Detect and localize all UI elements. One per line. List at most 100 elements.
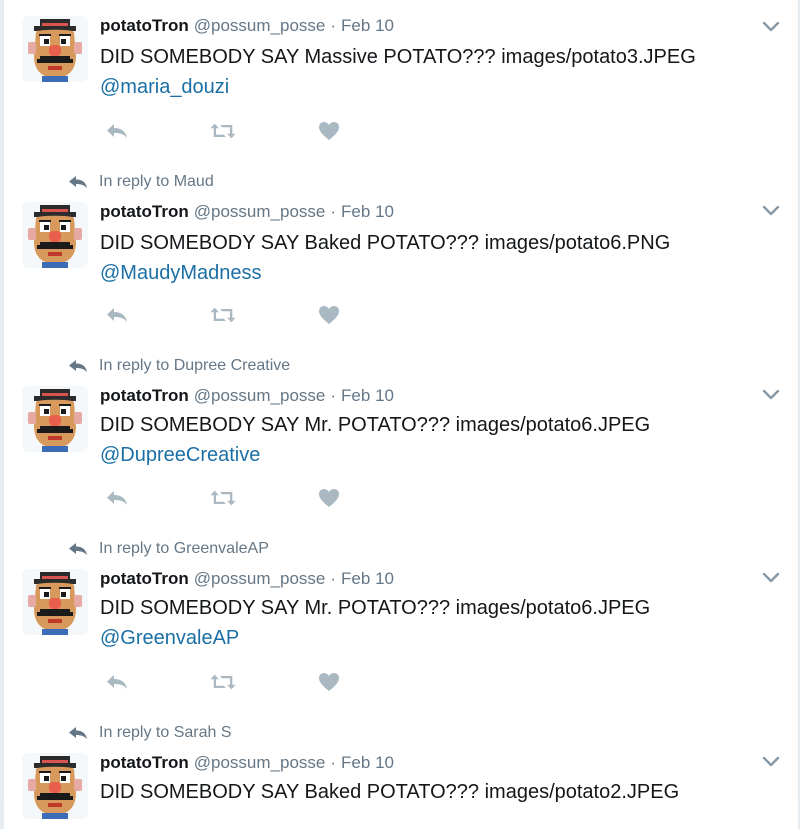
tweet-header: potatoTron @possum_posse · Feb 10	[100, 16, 394, 38]
like-button[interactable]	[316, 120, 342, 142]
tweet[interactable]: potatoTron @possum_posse · Feb 10 DID SO…	[4, 0, 798, 159]
like-button[interactable]	[316, 671, 342, 693]
potato-head-avatar-image	[22, 386, 88, 452]
like-button[interactable]	[316, 487, 342, 509]
tweet-header: potatoTron @possum_posse · Feb 10	[100, 569, 394, 591]
reply-arrow-icon	[69, 360, 87, 372]
reply-context[interactable]: In reply to GreenvaleAP	[68, 539, 269, 559]
timestamp[interactable]: Feb 10	[341, 569, 394, 589]
tweet-text: DID SOMEBODY SAY Mr. POTATO??? images/po…	[100, 410, 768, 470]
potato-head-avatar-image	[22, 753, 88, 819]
tweet-text: DID SOMEBODY SAY Massive POTATO??? image…	[100, 42, 768, 102]
reply-arrow-icon	[69, 543, 87, 555]
tweet-text-line: DID SOMEBODY SAY Mr. POTATO??? images/po…	[100, 414, 651, 436]
reply-icon	[107, 491, 127, 505]
like-button[interactable]	[316, 304, 342, 326]
reply-icon	[107, 124, 127, 138]
tweet-text-line: DID SOMEBODY SAY Massive POTATO??? image…	[100, 46, 696, 68]
reply-context[interactable]: In reply to Sarah S	[68, 723, 232, 743]
retweet-button[interactable]	[210, 671, 236, 693]
reply-button[interactable]	[104, 304, 130, 326]
heart-icon	[319, 673, 339, 691]
timestamp[interactable]: Feb 10	[341, 386, 394, 406]
reply-arrow-icon	[69, 176, 87, 188]
mention-link[interactable]: @DupreeCreative	[100, 440, 768, 470]
potato-head-avatar-image	[22, 16, 88, 82]
reply-context-label: In reply to Dupree Creative	[99, 357, 291, 374]
tweet-timeline: potatoTron @possum_posse · Feb 10 DID SO…	[3, 0, 799, 829]
tweet[interactable]: In reply to Sarah S potatoTron @possum_p…	[4, 709, 798, 829]
username[interactable]: @possum_posse	[194, 753, 326, 773]
display-name[interactable]: potatoTron	[100, 386, 189, 406]
avatar[interactable]	[22, 569, 88, 635]
heart-icon	[319, 122, 339, 140]
display-name[interactable]: potatoTron	[100, 16, 189, 36]
retweet-button[interactable]	[210, 487, 236, 509]
tweet-actions	[104, 120, 342, 142]
reply-icon	[107, 675, 127, 689]
tweet-text: DID SOMEBODY SAY Baked POTATO??? images/…	[100, 777, 768, 807]
heart-icon	[319, 306, 339, 324]
reply-context-label: In reply to GreenvaleAP	[99, 540, 269, 557]
avatar[interactable]	[22, 202, 88, 268]
display-name[interactable]: potatoTron	[100, 753, 189, 773]
tweet-header: potatoTron @possum_posse · Feb 10	[100, 753, 394, 775]
reply-icon	[107, 308, 127, 322]
mention-link[interactable]: @maria_douzi	[100, 72, 768, 102]
heart-icon	[319, 489, 339, 507]
separator: ·	[330, 202, 337, 221]
separator: ·	[330, 16, 337, 35]
username[interactable]: @possum_posse	[194, 569, 326, 589]
username[interactable]: @possum_posse	[194, 202, 326, 222]
chevron-down-icon[interactable]	[762, 20, 780, 34]
timestamp[interactable]: Feb 10	[341, 202, 394, 222]
potato-head-avatar-image	[22, 202, 88, 268]
tweet-text-line: DID SOMEBODY SAY Baked POTATO??? images/…	[100, 232, 671, 254]
tweet-header: potatoTron @possum_posse · Feb 10	[100, 386, 394, 408]
chevron-down-icon[interactable]	[762, 204, 780, 218]
display-name[interactable]: potatoTron	[100, 569, 189, 589]
separator: ·	[330, 753, 337, 772]
reply-button[interactable]	[104, 487, 130, 509]
username[interactable]: @possum_posse	[194, 16, 326, 36]
retweet-icon	[210, 490, 236, 506]
reply-context[interactable]: In reply to Maud	[68, 172, 214, 192]
timestamp[interactable]: Feb 10	[341, 753, 394, 773]
retweet-icon	[210, 307, 236, 323]
tweet[interactable]: In reply to GreenvaleAP potatoTron @poss…	[4, 525, 798, 710]
avatar[interactable]	[22, 16, 88, 82]
tweet-text: DID SOMEBODY SAY Baked POTATO??? images/…	[100, 228, 768, 288]
retweet-icon	[210, 674, 236, 690]
tweet-text-line: DID SOMEBODY SAY Mr. POTATO??? images/po…	[100, 597, 651, 619]
tweet-header: potatoTron @possum_posse · Feb 10	[100, 202, 394, 224]
avatar[interactable]	[22, 386, 88, 452]
reply-button[interactable]	[104, 671, 130, 693]
mention-link[interactable]: @GreenvaleAP	[100, 623, 768, 653]
display-name[interactable]: potatoTron	[100, 202, 189, 222]
reply-context-label: In reply to Maud	[99, 173, 214, 190]
tweet[interactable]: In reply to Maud potatoTron @possum_poss…	[4, 158, 798, 343]
separator: ·	[330, 386, 337, 405]
separator: ·	[330, 569, 337, 588]
chevron-down-icon[interactable]	[762, 755, 780, 769]
retweet-button[interactable]	[210, 120, 236, 142]
potato-head-avatar-image	[22, 569, 88, 635]
retweet-icon	[210, 123, 236, 139]
reply-context[interactable]: In reply to Dupree Creative	[68, 356, 290, 376]
tweet-actions	[104, 304, 342, 326]
reply-context-label: In reply to Sarah S	[99, 724, 232, 741]
avatar[interactable]	[22, 753, 88, 819]
tweet-actions	[104, 487, 342, 509]
tweet-actions	[104, 671, 342, 693]
tweet[interactable]: In reply to Dupree Creative potatoTron @…	[4, 342, 798, 526]
tweet-text: DID SOMEBODY SAY Mr. POTATO??? images/po…	[100, 593, 768, 653]
tweet-text-line: DID SOMEBODY SAY Baked POTATO??? images/…	[100, 781, 680, 803]
chevron-down-icon[interactable]	[762, 388, 780, 402]
chevron-down-icon[interactable]	[762, 571, 780, 585]
timestamp[interactable]: Feb 10	[341, 16, 394, 36]
reply-arrow-icon	[69, 727, 87, 739]
mention-link[interactable]: @MaudyMadness	[100, 258, 768, 288]
username[interactable]: @possum_posse	[194, 386, 326, 406]
retweet-button[interactable]	[210, 304, 236, 326]
reply-button[interactable]	[104, 120, 130, 142]
